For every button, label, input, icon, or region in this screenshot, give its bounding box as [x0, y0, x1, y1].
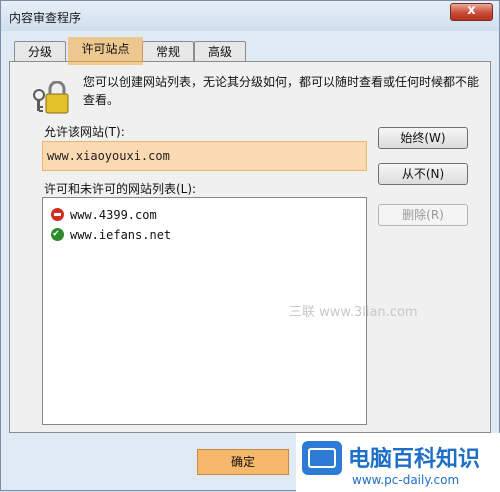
content-advisor-window: 内容审查程序 x 分级 许可站点 常规 高级 您可以创建网站列表，无论其分级如何…	[0, 0, 500, 492]
tab-approved-sites[interactable]: 许可站点	[69, 39, 142, 63]
blocked-icon	[51, 208, 64, 221]
allow-site-label: 允许该网站(T):	[44, 125, 125, 139]
always-button[interactable]: 始终(W)	[378, 127, 468, 149]
tab-general[interactable]: 常规	[142, 41, 194, 62]
list-item[interactable]: www.4399.com	[51, 207, 157, 223]
allowed-icon	[51, 226, 64, 242]
site-url: www.iefans.net	[70, 228, 172, 242]
tab-rating[interactable]: 分级	[14, 41, 66, 62]
never-button[interactable]: 从不(N)	[378, 163, 468, 185]
close-icon: x	[467, 3, 476, 18]
watermark: 三联 www.3lian.com	[289, 305, 418, 320]
list-item[interactable]: www.iefans.net	[51, 226, 172, 243]
close-button[interactable]: x	[450, 3, 493, 21]
site-url: www.4399.com	[70, 208, 157, 222]
site-list-label: 许可和未许可的网站列表(L):	[44, 182, 197, 196]
brand-url: www.pc-daily.com	[352, 473, 460, 487]
monitor-icon	[302, 441, 342, 475]
ok-button[interactable]: 确定	[197, 449, 289, 475]
tab-advanced[interactable]: 高级	[194, 41, 246, 62]
window-title: 内容审查程序	[9, 11, 82, 25]
description-text: 您可以创建网站列表，无论其分级如何，都可以随时查看或任何时候都不能查看。	[83, 75, 480, 107]
title-bar: 内容审查程序 x	[1, 1, 499, 31]
delete-button[interactable]: 删除(R)	[378, 204, 468, 226]
lock-icon	[33, 81, 69, 114]
url-input[interactable]: www.xiaoyouxi.com	[42, 141, 367, 171]
brand-logo: 电脑百科知识 www.pc-daily.com	[296, 433, 500, 492]
brand-name: 电脑百科知识	[348, 447, 481, 472]
